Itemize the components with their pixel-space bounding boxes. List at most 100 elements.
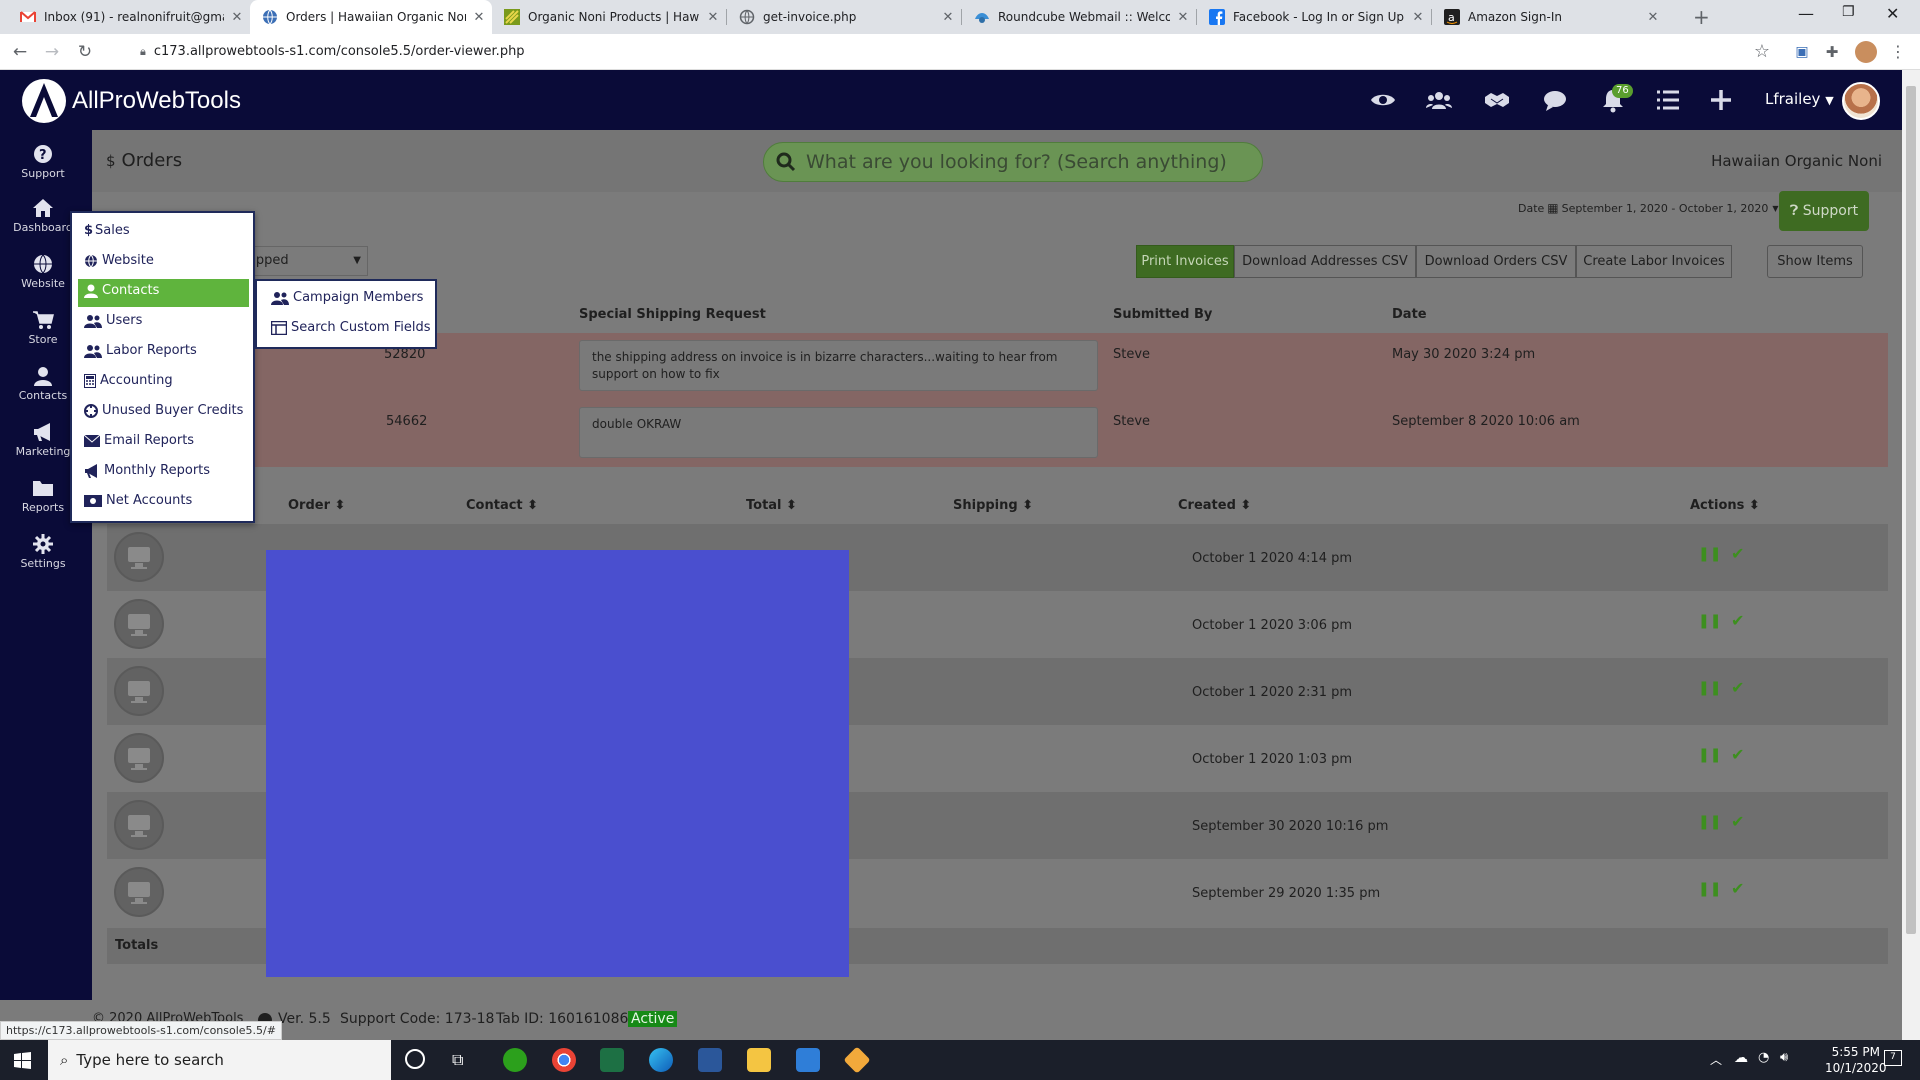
excel-icon[interactable] <box>600 1048 624 1072</box>
check-icon[interactable]: ✔ <box>1731 611 1744 630</box>
close-icon[interactable]: ✕ <box>935 10 961 25</box>
browser-tab[interactable]: Organic Noni Products | Hawaiian ✕ <box>492 0 726 34</box>
edge-icon[interactable] <box>649 1048 673 1072</box>
sort-shipping-header[interactable]: Shipping ⬍ <box>953 498 1033 513</box>
wifi-icon[interactable]: ◔ <box>1758 1050 1769 1065</box>
pause-icon[interactable]: ❚❚ <box>1698 546 1721 562</box>
forward-icon[interactable]: → <box>42 42 62 62</box>
windows-start-icon[interactable] <box>14 1052 31 1069</box>
support-button[interactable]: ❓︎ Support <box>1779 191 1869 231</box>
status-filter-select[interactable]: hipped ▼ <box>242 246 368 276</box>
shipping-request-textarea[interactable]: the shipping address on invoice is in bi… <box>579 340 1098 391</box>
browser-menu-icon[interactable]: ⋮ <box>1888 42 1908 62</box>
menu-item-users[interactable]: Users <box>84 313 142 328</box>
onedrive-icon[interactable]: ☁ <box>1734 1050 1748 1066</box>
menu-item-net-accounts[interactable]: Net Accounts <box>84 493 192 508</box>
reload-icon[interactable]: ↻ <box>75 42 95 62</box>
menu-item-website[interactable]: Website <box>84 253 154 268</box>
show-items-button[interactable]: Show Items <box>1767 245 1863 278</box>
sort-actions-header[interactable]: Actions ⬍ <box>1690 498 1760 513</box>
word-icon[interactable] <box>698 1048 722 1072</box>
check-icon[interactable]: ✔ <box>1731 879 1744 898</box>
sidebar-item-support[interactable]: ? Support <box>0 144 86 180</box>
avatar[interactable] <box>1842 82 1880 120</box>
menu-item-monthly-reports[interactable]: Monthly Reports <box>84 463 210 478</box>
mail-icon[interactable] <box>796 1048 820 1072</box>
menu-item-search-custom-fields[interactable]: Search Custom Fields <box>271 320 431 335</box>
sidebar-item-settings[interactable]: Settings <box>0 534 86 570</box>
taskbar-search[interactable]: ⌕ Type here to search <box>48 1040 391 1080</box>
new-tab-icon[interactable]: + <box>1693 5 1710 29</box>
volume-icon[interactable]: 🔊︎ <box>1780 1050 1788 1065</box>
pause-icon[interactable]: ❚❚ <box>1698 747 1721 763</box>
menu-item-contacts[interactable]: Contacts <box>84 283 159 298</box>
chrome-icon[interactable] <box>552 1048 576 1072</box>
search-input[interactable]: What are you looking for? (Search anythi… <box>806 151 1227 173</box>
check-icon[interactable]: ✔ <box>1731 812 1744 831</box>
user-menu[interactable]: Lfrailey ▼ <box>1765 90 1834 108</box>
print-invoices-button[interactable]: Print Invoices <box>1136 245 1234 278</box>
browser-tab-active[interactable]: Orders | Hawaiian Organic Noni ✕ <box>250 0 492 34</box>
browser-tab[interactable]: a Amazon Sign-In ✕ <box>1432 0 1666 34</box>
scrollbar-thumb[interactable] <box>1906 86 1916 934</box>
sort-created-header[interactable]: Created ⬍ <box>1178 498 1251 513</box>
download-addresses-csv-button[interactable]: Download Addresses CSV <box>1234 245 1416 278</box>
menu-item-labor-reports[interactable]: Labor Reports <box>84 343 197 358</box>
chat-icon[interactable] <box>1542 87 1568 113</box>
task-list-icon[interactable] <box>1655 87 1681 113</box>
close-icon[interactable]: ✕ <box>700 10 726 25</box>
puzzle-icon[interactable]: ✚ <box>1822 42 1842 62</box>
close-window-icon[interactable]: ✕ <box>1886 4 1899 23</box>
close-icon[interactable]: ✕ <box>1405 10 1431 25</box>
back-icon[interactable]: ← <box>10 42 30 62</box>
sort-contact-header[interactable]: Contact ⬍ <box>466 498 538 513</box>
sort-total-header[interactable]: Total ⬍ <box>746 498 797 513</box>
close-icon[interactable]: ✕ <box>1640 10 1666 25</box>
date-range-picker[interactable]: Date ▦ September 1, 2020 - October 1, 20… <box>1518 201 1779 215</box>
app-icon[interactable] <box>843 1046 871 1074</box>
check-icon[interactable]: ✔ <box>1731 544 1744 563</box>
url-field[interactable]: 🔒︎ c173.allprowebtools-s1.com/console5.5/… <box>120 39 1760 65</box>
pause-icon[interactable]: ❚❚ <box>1698 881 1721 897</box>
notification-center-icon[interactable]: 7 <box>1884 1050 1902 1066</box>
quickbooks-icon[interactable] <box>503 1048 527 1072</box>
users-icon[interactable] <box>1426 87 1452 113</box>
file-explorer-icon[interactable] <box>747 1048 771 1072</box>
plus-icon[interactable] <box>1708 87 1734 113</box>
global-search[interactable]: What are you looking for? (Search anythi… <box>763 142 1263 182</box>
menu-item-email-reports[interactable]: Email Reports <box>84 433 194 448</box>
cortana-icon[interactable] <box>405 1049 425 1069</box>
pause-icon[interactable]: ❚❚ <box>1698 680 1721 696</box>
pause-icon[interactable]: ❚❚ <box>1698 613 1721 629</box>
order-number[interactable]: 54662 <box>386 414 427 429</box>
menu-item-accounting[interactable]: Accounting <box>84 373 173 388</box>
pause-icon[interactable]: ❚❚ <box>1698 814 1721 830</box>
extension-icon[interactable]: ▣ <box>1792 42 1812 62</box>
browser-tab[interactable]: Facebook - Log In or Sign Up ✕ <box>1197 0 1431 34</box>
profile-avatar[interactable] <box>1855 41 1877 63</box>
bookmark-star-icon[interactable]: ☆ <box>1752 42 1772 62</box>
close-icon[interactable]: ✕ <box>1170 10 1196 25</box>
brand-logo[interactable]: AllProWebTools <box>20 77 241 125</box>
tray-chevron-icon[interactable]: ︿ <box>1710 1051 1722 1068</box>
handshake-icon[interactable] <box>1484 87 1510 113</box>
browser-tab[interactable]: Roundcube Webmail :: Welcome ✕ <box>962 0 1196 34</box>
shipping-request-textarea[interactable]: double OKRAW <box>579 407 1098 458</box>
order-number[interactable]: 52820 <box>384 347 425 362</box>
browser-tab[interactable]: Inbox (91) - realnonifruit@gmail. ✕ <box>8 0 250 34</box>
menu-item-unused-buyer-credits[interactable]: Unused Buyer Credits <box>84 403 243 418</box>
create-labor-invoices-button[interactable]: Create Labor Invoices <box>1576 245 1732 278</box>
check-icon[interactable]: ✔ <box>1731 678 1744 697</box>
sort-order-header[interactable]: Order ⬍ <box>288 498 345 513</box>
download-orders-csv-button[interactable]: Download Orders CSV <box>1416 245 1576 278</box>
system-clock[interactable]: 5:55 PM 10/1/2020 <box>1825 1044 1887 1076</box>
browser-tab[interactable]: get-invoice.php ✕ <box>727 0 961 34</box>
check-icon[interactable]: ✔ <box>1731 745 1744 764</box>
task-view-icon[interactable]: ⧉ <box>452 1050 463 1070</box>
close-icon[interactable]: ✕ <box>466 10 492 25</box>
minimize-icon[interactable]: — <box>1798 4 1814 23</box>
menu-item-campaign-members[interactable]: Campaign Members <box>271 290 423 305</box>
menu-item-sales[interactable]: $ Sales <box>84 223 130 238</box>
restore-icon[interactable]: ❐ <box>1842 4 1855 20</box>
close-icon[interactable]: ✕ <box>224 10 250 25</box>
